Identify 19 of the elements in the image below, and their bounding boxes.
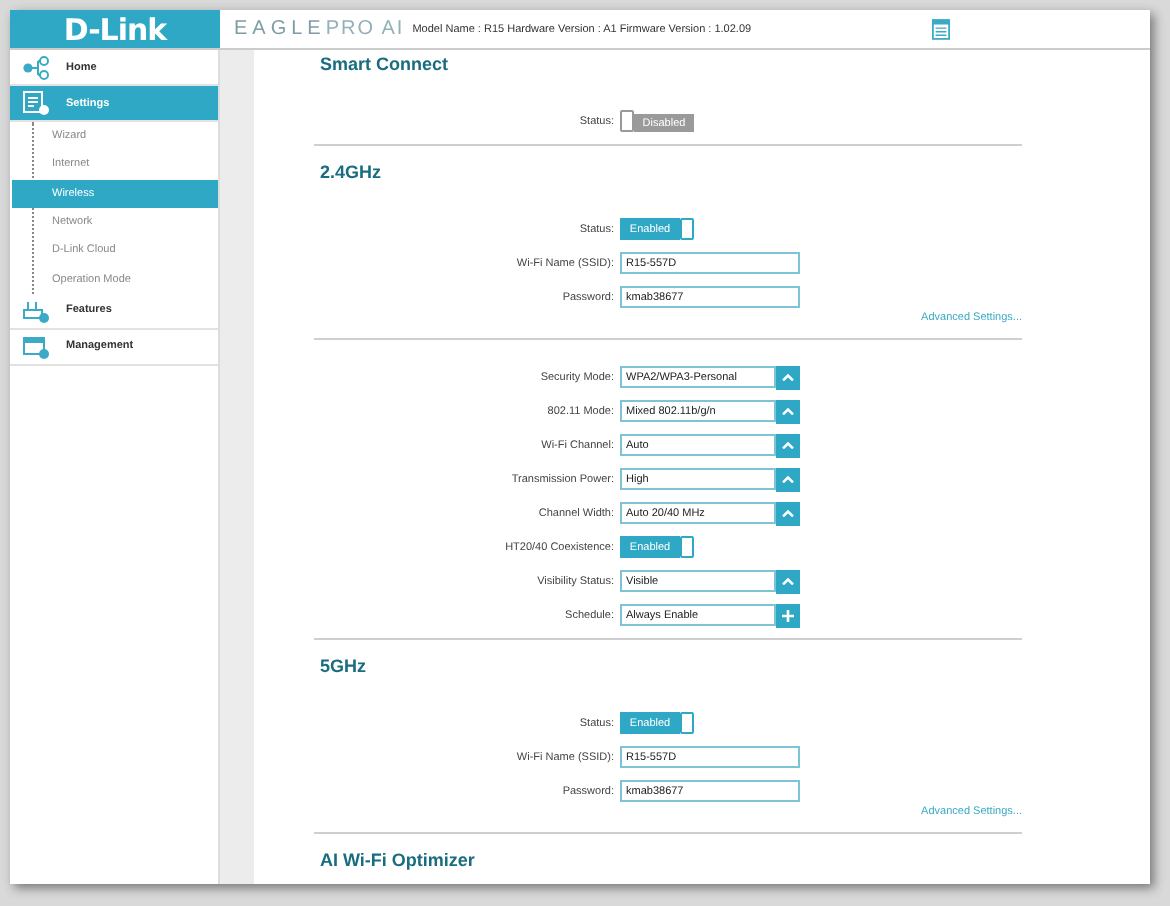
plus-icon[interactable] — [776, 603, 800, 627]
section-title: 5GHz — [318, 654, 369, 678]
calendar-icon — [22, 333, 50, 360]
chevron-up-icon[interactable] — [776, 569, 800, 593]
chevron-up-icon[interactable] — [776, 399, 800, 423]
section-title: 2.4GHz — [318, 160, 384, 184]
chevron-up-icon[interactable] — [776, 365, 800, 389]
product-name: PRO AI — [325, 18, 405, 40]
section-title: AI Wi-Fi Optimizer — [318, 848, 477, 872]
calendar-icon[interactable] — [931, 18, 950, 40]
chevron-up-icon[interactable] — [776, 433, 800, 457]
section-title: Smart Connect — [318, 52, 451, 76]
product-name: EAGLE — [234, 18, 326, 40]
router-icon — [22, 297, 50, 324]
brand-logo: D-Link — [63, 11, 167, 47]
network-icon — [22, 55, 50, 79]
settings-icon — [22, 90, 50, 116]
chevron-up-icon[interactable] — [776, 501, 800, 525]
chevron-up-icon[interactable] — [776, 467, 800, 491]
